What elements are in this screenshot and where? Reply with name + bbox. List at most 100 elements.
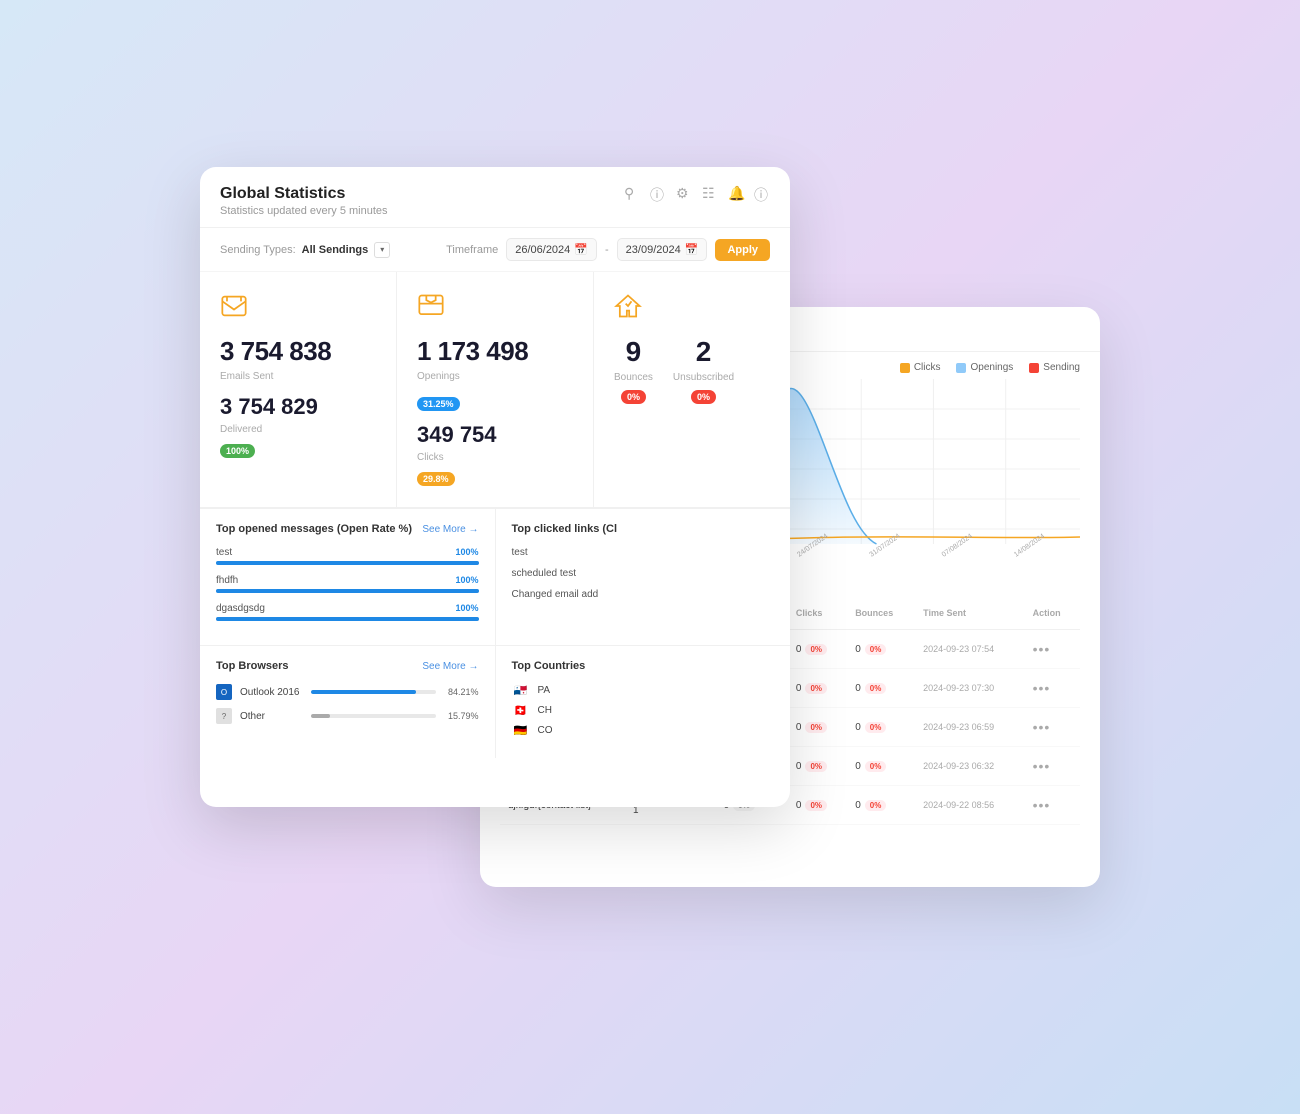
time-sent-cell: 2024-09-23 07:30	[915, 669, 1025, 708]
top-clicked-item-0: test	[512, 547, 775, 558]
clicks-cell: 0 0%	[788, 747, 847, 786]
action-menu-button[interactable]: •••	[1033, 641, 1051, 657]
grid-icon[interactable]: ☷	[702, 185, 718, 201]
clicks-number: 349 754	[417, 422, 573, 448]
bounce-unsubscribe-row: 9 Bounces 0% 2 Unsubscribed 0%	[614, 336, 770, 405]
calendar-icon-from: 📅	[574, 243, 588, 256]
top-clicked-item-1: scheduled test	[512, 568, 775, 579]
openings-number: 1 173 498	[417, 336, 573, 367]
legend-label-sending: Sending	[1043, 362, 1080, 373]
date-to-value: 23/09/2024	[626, 244, 681, 256]
panel-header: Global Statistics Statistics updated eve…	[200, 167, 790, 228]
other-icon: ?	[216, 708, 232, 724]
bounces-pct-badge: 0%	[621, 390, 646, 404]
delivered-badge: 100%	[220, 444, 255, 458]
top-opened-fill-2	[216, 617, 479, 621]
bounces-item: 9 Bounces 0%	[614, 336, 653, 405]
openings-label: Openings	[417, 371, 573, 382]
action-cell[interactable]: •••	[1025, 630, 1080, 669]
info-icon[interactable]: ⓘ	[754, 185, 770, 201]
action-menu-button[interactable]: •••	[1033, 719, 1051, 735]
browser-row-1: ? Other 15.79%	[216, 708, 479, 724]
action-cell[interactable]: •••	[1025, 786, 1080, 825]
bell-icon[interactable]: 🔔	[728, 185, 744, 201]
browser-row-0: O Outlook 2016 84.21%	[216, 684, 479, 700]
flag-pa: 🇵🇦	[512, 684, 530, 696]
apply-button[interactable]: Apply	[715, 239, 770, 261]
action-menu-button[interactable]: •••	[1033, 680, 1051, 696]
legend-clicks: Clicks	[900, 362, 941, 373]
flag-co: 🇩🇪	[512, 724, 530, 736]
clicks-badge: 29.8%	[417, 472, 455, 486]
date-to-input[interactable]: 23/09/2024 📅	[617, 238, 708, 261]
svg-text:14/08/2024: 14/08/2024	[1013, 533, 1046, 559]
openings-card: 1 173 498 Openings 31.25% 349 754 Clicks…	[397, 272, 594, 508]
top-opened-title: Top opened messages (Open Rate %)	[216, 523, 412, 535]
col-bounces: Bounces	[847, 597, 915, 630]
action-cell[interactable]: •••	[1025, 708, 1080, 747]
browsers-section: Top Browsers See More → O Outlook 2016 8…	[200, 646, 496, 758]
timeframe-label: Timeframe	[446, 244, 498, 256]
country-row-1: 🇨🇭 CH	[512, 704, 775, 716]
legend-openings: Openings	[956, 362, 1013, 373]
clicks-cell: 0 0%	[788, 630, 847, 669]
top-opened-bar-2: 100%	[216, 617, 479, 621]
browser-fill-0	[311, 690, 416, 694]
sending-type-section: Sending Types: All Sendings ▾	[220, 242, 390, 258]
action-menu-button[interactable]: •••	[1033, 797, 1051, 813]
browsers-see-more[interactable]: See More →	[422, 661, 478, 672]
action-cell[interactable]: •••	[1025, 747, 1080, 786]
top-opened-item-0: test 100%	[216, 547, 479, 565]
unsubscribed-label: Unsubscribed	[673, 372, 734, 383]
top-clicked-title-row: Top clicked links (Cl	[512, 523, 775, 535]
bounces-icon	[614, 292, 770, 326]
header-icons: ⚲ ⓘ ⚙ ☷ 🔔 ⓘ	[624, 185, 770, 201]
sending-type-value: All Sendings	[302, 244, 369, 256]
browsers-countries-section: Top Browsers See More → O Outlook 2016 8…	[200, 645, 790, 758]
col-action: Action	[1025, 597, 1080, 630]
sending-type-dropdown[interactable]: ▾	[374, 242, 390, 258]
action-menu-button[interactable]: •••	[1033, 758, 1051, 774]
settings-icon[interactable]: ⚙	[676, 185, 692, 201]
top-opened-name-1: fhdfh	[216, 575, 479, 586]
date-from-input[interactable]: 26/06/2024 📅	[506, 238, 597, 261]
time-sent-cell: 2024-09-22 08:56	[915, 786, 1025, 825]
emails-sent-number: 3 754 838	[220, 336, 376, 367]
top-opened-section: Top opened messages (Open Rate %) See Mo…	[200, 509, 496, 645]
col-clicks: Clicks	[788, 597, 847, 630]
legend-dot-sending	[1029, 363, 1039, 373]
top-clicked-name-0: test	[512, 547, 775, 558]
search-icon[interactable]: ⚲	[624, 185, 640, 201]
time-sent-cell: 2024-09-23 07:54	[915, 630, 1025, 669]
clicks-cell: 0 0%	[788, 708, 847, 747]
action-cell[interactable]: •••	[1025, 669, 1080, 708]
bounces-number: 9	[614, 336, 653, 368]
bounces-cell: 0 0%	[847, 786, 915, 825]
bounces-card: 9 Bounces 0% 2 Unsubscribed 0%	[594, 272, 790, 508]
date-from-value: 26/06/2024	[515, 244, 570, 256]
help-icon[interactable]: ⓘ	[650, 185, 666, 201]
browsers-title-row: Top Browsers See More →	[216, 660, 479, 672]
country-row-0: 🇵🇦 PA	[512, 684, 775, 696]
country-code-0: PA	[538, 685, 551, 696]
bounces-cell: 0 0%	[847, 747, 915, 786]
flag-ch: 🇨🇭	[512, 704, 530, 716]
top-opened-item-2: dgasdgsdg 100%	[216, 603, 479, 621]
openings-badge: 31.25%	[417, 397, 460, 411]
browser-name-1: Other	[240, 711, 303, 722]
clicks-cell: 0 0%	[788, 669, 847, 708]
top-messages-section: Top opened messages (Open Rate %) See Mo…	[200, 508, 790, 645]
top-clicked-title: Top clicked links (Cl	[512, 523, 618, 535]
clicks-label: Clicks	[417, 452, 573, 463]
top-opened-pct-2: 100%	[455, 603, 478, 613]
countries-title-row: Top Countries	[512, 660, 775, 672]
browsers-title: Top Browsers	[216, 660, 289, 672]
header-title-group: Global Statistics Statistics updated eve…	[220, 185, 388, 217]
clicks-cell: 0 0%	[788, 786, 847, 825]
country-row-2: 🇩🇪 CO	[512, 724, 775, 736]
unsubscribed-pct-badge: 0%	[691, 390, 716, 404]
top-opened-see-more[interactable]: See More →	[422, 524, 478, 535]
time-sent-cell: 2024-09-23 06:59	[915, 708, 1025, 747]
global-stats-panel: Global Statistics Statistics updated eve…	[200, 167, 790, 807]
top-opened-name-0: test	[216, 547, 479, 558]
